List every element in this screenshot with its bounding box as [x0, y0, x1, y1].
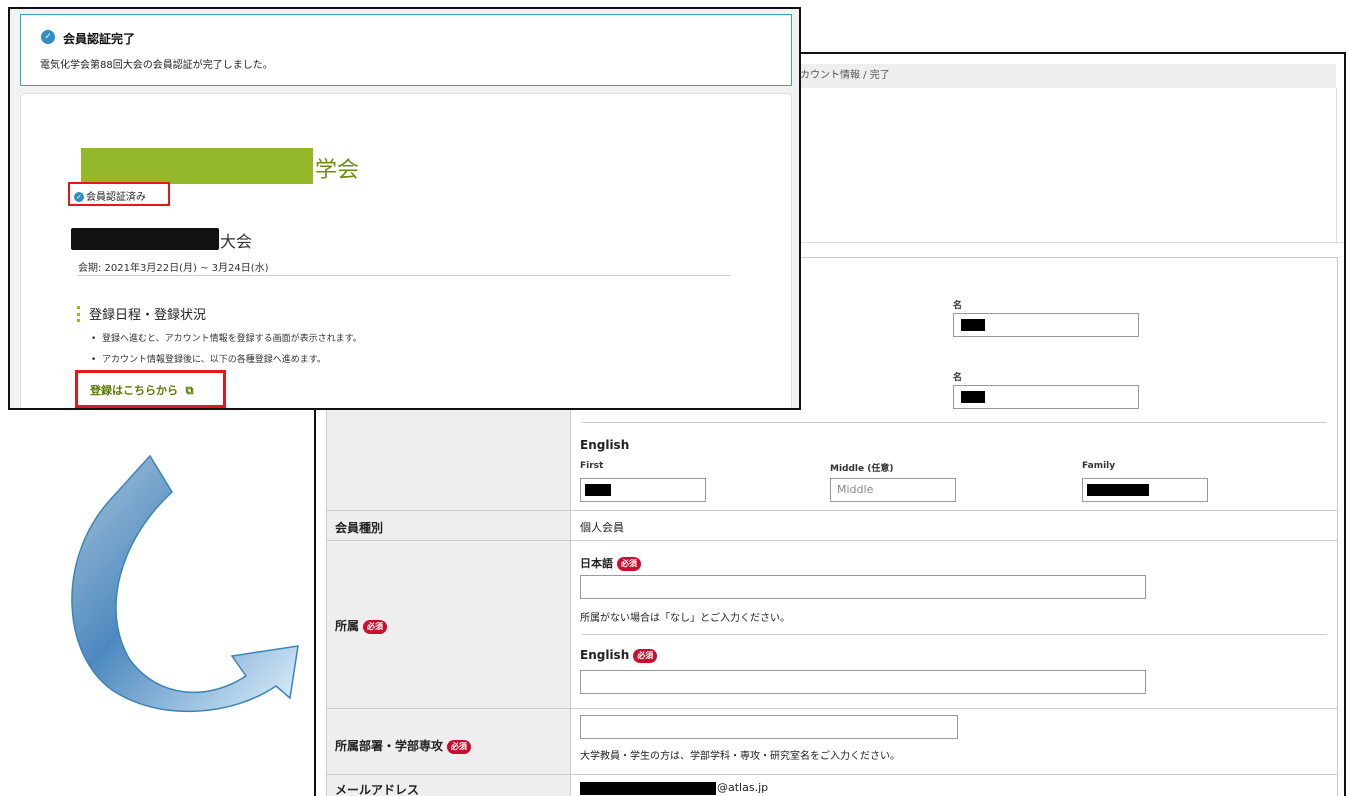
verified-highlight: ✓ 会員認証済み — [68, 182, 170, 206]
section-title: 登録日程・登録状況 — [89, 308, 207, 323]
required-badge: 必須 — [447, 739, 472, 754]
email-domain: @atlas.jp — [717, 781, 769, 794]
department-label: 所属部署・学部専攻 必須 — [335, 737, 472, 754]
row-divider — [327, 510, 1337, 511]
divider — [582, 634, 1327, 635]
check-circle-icon: ✓ — [74, 192, 84, 202]
row-divider — [327, 540, 1337, 541]
list-item: • 登録へ進むと、アカウント情報を登録する画面が表示されます。 — [91, 334, 362, 344]
row-divider — [327, 708, 1337, 709]
required-badge: 必須 — [617, 557, 641, 571]
email-label: メールアドレス — [335, 783, 420, 796]
society-name: 学会 — [315, 158, 360, 183]
conference-name: 大会 — [220, 232, 253, 251]
affiliation-en-label: English 必須 — [580, 648, 658, 663]
section-marker — [77, 306, 80, 322]
register-highlight: 登録はこちらから ⧉ — [75, 370, 226, 408]
given-name-kana-label: 名 — [953, 373, 963, 383]
external-link-icon: ⧉ — [185, 384, 194, 397]
affiliation-label: 所属 必須 — [335, 617, 388, 634]
verification-window: ✓ 会員認証完了 電気化学会第88回大会の会員認証が完了しました。 学会 ✓ 会員… — [8, 7, 801, 410]
redacted-value — [961, 391, 985, 403]
list-item: • アカウント情報登録後に、以下の各種登録へ進めます。 — [91, 355, 326, 365]
redacted-value — [580, 782, 716, 795]
affiliation-jp-label: 日本語 必須 — [580, 555, 641, 571]
given-name-label: 名 — [953, 301, 963, 311]
divider — [1336, 88, 1337, 244]
membership-label: 会員種別 — [335, 521, 384, 535]
required-badge: 必須 — [633, 648, 658, 663]
success-alert: ✓ 会員認証完了 電気化学会第88回大会の会員認証が完了しました。 — [20, 14, 792, 86]
divider — [582, 422, 1327, 423]
redacted-value — [585, 484, 611, 496]
english-name-label: English — [580, 438, 630, 452]
conference-name-redacted — [71, 228, 219, 250]
membership-value: 個人会員 — [580, 521, 624, 534]
middle-name-label: Middle (任意) — [830, 464, 894, 474]
register-button[interactable]: 登録はこちらから ⧉ — [90, 382, 194, 398]
redacted-value — [1087, 484, 1149, 496]
row-divider — [327, 774, 1337, 775]
family-name-label: Family — [1082, 461, 1116, 471]
department-note: 大学教員・学生の方は、学部学科・専攻・研究室名をご入力ください。 — [580, 751, 900, 762]
department-input[interactable] — [580, 715, 958, 739]
required-badge: 必須 — [363, 619, 388, 634]
check-circle-icon: ✓ — [41, 30, 55, 44]
conference-period: 会期: 2021年3月22日(月) ~ 3月24日(水) — [78, 263, 269, 274]
redacted-value — [961, 319, 985, 331]
alert-title: 会員認証完了 — [63, 32, 136, 46]
conference-card: 学会 ✓ 会員認証済み 大会 会期: 2021年3月22日(月) ~ 3月24日(… — [20, 93, 792, 408]
society-name-redacted — [81, 148, 313, 184]
verified-badge: ✓ 会員認証済み — [74, 188, 146, 203]
affiliation-note: 所属がない場合は「なし」とご入力ください。 — [580, 613, 790, 624]
affiliation-en-input[interactable] — [580, 670, 1146, 694]
divider — [78, 275, 730, 276]
affiliation-jp-input[interactable] — [580, 575, 1146, 599]
alert-text: 電気化学会第88回大会の会員認証が完了しました。 — [40, 60, 273, 71]
middle-name-input[interactable]: Middle — [830, 478, 956, 502]
first-name-label: First — [580, 461, 604, 471]
